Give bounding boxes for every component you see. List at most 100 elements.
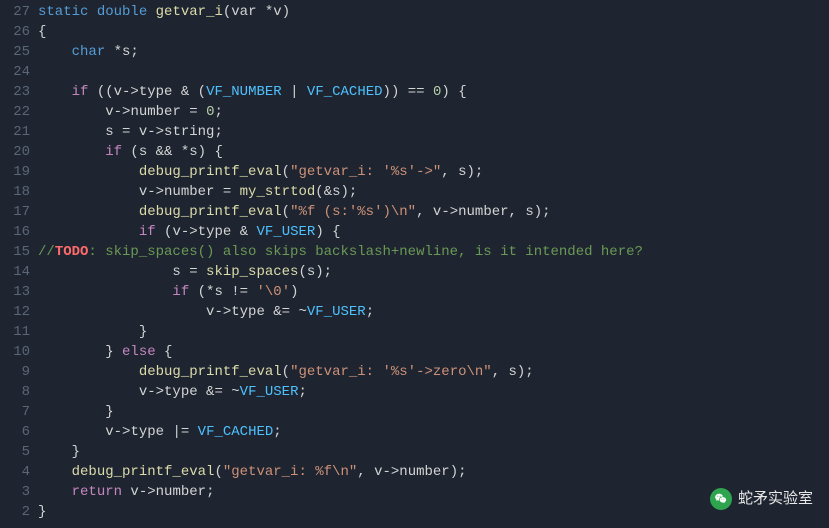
code-token: VF_USER	[240, 384, 299, 400]
code-token: return	[72, 484, 122, 500]
code-line[interactable]: {	[38, 22, 829, 42]
code-token: ) {	[441, 84, 466, 100]
line-number: 9	[0, 362, 30, 382]
code-token: }	[38, 404, 114, 420]
code-token: ->	[181, 224, 198, 240]
code-token: &&	[156, 144, 173, 160]
code-token: (	[282, 204, 290, 220]
code-line[interactable]	[38, 62, 829, 82]
code-line[interactable]: }	[38, 322, 829, 342]
code-token: number, s);	[458, 204, 550, 220]
code-token: ->	[114, 424, 131, 440]
line-number-gutter: 2726252423222120191817161514131211109876…	[0, 2, 38, 522]
code-token: ->	[147, 184, 164, 200]
code-token: ;	[214, 104, 222, 120]
code-token	[147, 4, 155, 20]
code-token: ->	[214, 304, 231, 320]
code-token: if	[139, 224, 156, 240]
code-token: "%f (s:'%s')\n"	[290, 204, 416, 220]
code-token: v	[130, 124, 147, 140]
code-token: ;	[273, 424, 281, 440]
code-line[interactable]: debug_printf_eval("getvar_i: '%s'->", s)…	[38, 162, 829, 182]
code-token: v	[38, 104, 114, 120]
code-line[interactable]: } else {	[38, 342, 829, 362]
code-token: "getvar_i: '%s'->"	[290, 164, 441, 180]
code-token: }	[38, 344, 122, 360]
code-editor[interactable]: 2726252423222120191817161514131211109876…	[0, 0, 829, 522]
code-token: type	[231, 304, 273, 320]
code-token	[88, 4, 96, 20]
code-token: &	[181, 84, 189, 100]
code-token	[38, 44, 72, 60]
line-number: 26	[0, 22, 30, 42]
code-token: ;	[366, 304, 374, 320]
code-line[interactable]: //TODO: skip_spaces() also skips backsla…	[38, 242, 829, 262]
wechat-icon	[710, 488, 732, 510]
code-line[interactable]: if ((v->type & (VF_NUMBER | VF_CACHED)) …	[38, 82, 829, 102]
code-token	[38, 204, 139, 220]
code-area[interactable]: static double getvar_i(var *v){ char *s;…	[38, 2, 829, 522]
code-token: (	[189, 84, 206, 100]
code-line[interactable]: v->type &= ~VF_USER;	[38, 382, 829, 402]
code-token: VF_NUMBER	[206, 84, 282, 100]
code-token: (s	[122, 144, 156, 160]
line-number: 23	[0, 82, 30, 102]
code-token: , s);	[441, 164, 483, 180]
code-token: static	[38, 4, 88, 20]
code-line[interactable]: debug_printf_eval("getvar_i: %f\n", v->n…	[38, 462, 829, 482]
code-line[interactable]: }	[38, 402, 829, 422]
line-number: 22	[0, 102, 30, 122]
code-token: (s);	[298, 264, 332, 280]
code-token: ;	[298, 384, 306, 400]
code-line[interactable]: v->type &= ~VF_USER;	[38, 302, 829, 322]
line-number: 4	[0, 462, 30, 482]
code-token: "getvar_i: '%s'->zero\n"	[290, 364, 492, 380]
line-number: 27	[0, 2, 30, 22]
code-token: , v	[357, 464, 382, 480]
code-token: type	[130, 424, 172, 440]
code-line[interactable]: static double getvar_i(var *v)	[38, 2, 829, 22]
code-token: |=	[172, 424, 189, 440]
code-token: *	[181, 144, 189, 160]
code-token: v	[122, 484, 139, 500]
code-token: (v	[156, 224, 181, 240]
code-line[interactable]: char *s;	[38, 42, 829, 62]
code-token	[38, 84, 72, 100]
code-token	[38, 484, 72, 500]
code-token: (var	[223, 4, 265, 20]
code-line[interactable]: }	[38, 442, 829, 462]
line-number: 15	[0, 242, 30, 262]
code-token: =	[189, 104, 197, 120]
code-token: s;	[122, 44, 139, 60]
code-token: v	[38, 184, 147, 200]
line-number: 8	[0, 382, 30, 402]
code-token: {	[156, 344, 173, 360]
code-token: ) {	[315, 224, 340, 240]
code-line[interactable]: if (s && *s) {	[38, 142, 829, 162]
code-line[interactable]: v->type |= VF_CACHED;	[38, 422, 829, 442]
line-number: 12	[0, 302, 30, 322]
code-line[interactable]: v->number = my_strtod(&s);	[38, 182, 829, 202]
code-token: }	[38, 444, 80, 460]
code-token: ->	[147, 124, 164, 140]
code-token: debug_printf_eval	[139, 204, 282, 220]
code-line[interactable]: if (*s != '\0')	[38, 282, 829, 302]
line-number: 24	[0, 62, 30, 82]
code-token	[231, 184, 239, 200]
code-line[interactable]: s = skip_spaces(s);	[38, 262, 829, 282]
code-token: if	[72, 84, 89, 100]
code-line[interactable]: debug_printf_eval("%f (s:'%s')\n", v->nu…	[38, 202, 829, 222]
code-token: }	[38, 504, 46, 520]
line-number: 11	[0, 322, 30, 342]
code-token: |	[290, 84, 298, 100]
code-line[interactable]: s = v->string;	[38, 122, 829, 142]
code-token: //	[38, 244, 55, 260]
code-line[interactable]: v->number = 0;	[38, 102, 829, 122]
code-token: ->	[441, 204, 458, 220]
code-token	[299, 84, 307, 100]
code-line[interactable]: debug_printf_eval("getvar_i: '%s'->zero\…	[38, 362, 829, 382]
code-token	[38, 164, 139, 180]
code-token	[38, 284, 172, 300]
code-token: VF_USER	[307, 304, 366, 320]
code-line[interactable]: if (v->type & VF_USER) {	[38, 222, 829, 242]
